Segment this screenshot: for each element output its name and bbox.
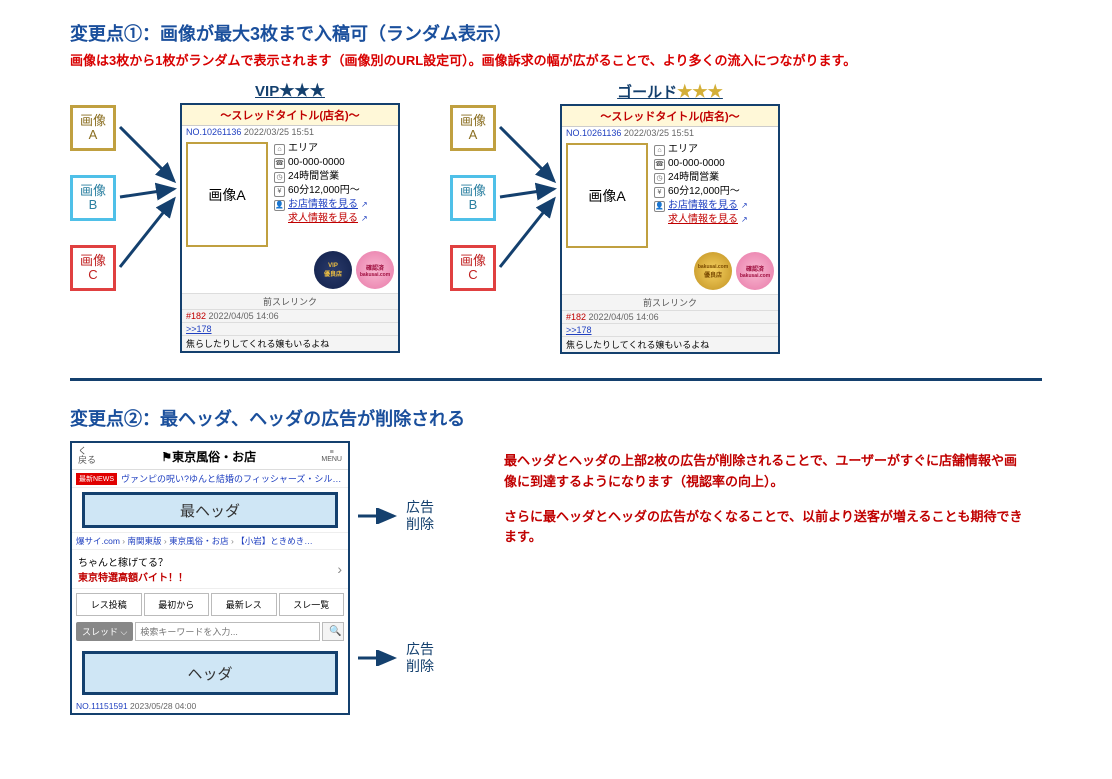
- arrows-svg: [116, 81, 180, 291]
- tel-icon: ☎: [274, 158, 285, 169]
- arrow-remove-1: 広告 削除: [356, 499, 434, 533]
- back-button[interactable]: く 戻る: [78, 447, 96, 465]
- thread-footer: NO.11151591 2023/05/28 04:00: [72, 699, 348, 713]
- search-row: スレッド ⌵ 🔍: [72, 620, 348, 647]
- gold-plan-title: ゴールド★★★: [560, 81, 780, 102]
- news-ticker[interactable]: 最新NEWS ヴァンピの呪い?ゆんと結婚のフィッシャーズ・シル…: [72, 470, 348, 488]
- promo-banner[interactable]: ちゃんと稼げてる？ 東京特選高額バイト！！ ›: [72, 550, 348, 589]
- image-slot: 画像A: [566, 143, 648, 248]
- shop-info: ⌂エリア ☎00-000-0000 ◷24時間営業 ¥60分12,000円～ 👤…: [274, 142, 394, 247]
- tag-column: 画像 A 画像 B 画像 C: [450, 105, 496, 291]
- section2-description: 最ヘッダとヘッダの上部2枚の広告が削除されることで、ユーザーがすぐに店舗情報や画…: [504, 451, 1024, 562]
- image-slot: 画像A: [186, 142, 268, 247]
- shop-link[interactable]: お店情報を見る: [288, 198, 358, 212]
- tag-column: 画像 A 画像 B 画像 C: [70, 105, 116, 291]
- shop-link[interactable]: お店情報を見る: [668, 199, 738, 213]
- latest-button[interactable]: 最新レス: [211, 593, 277, 616]
- reply-text: 焦らしたりしてくれる嬢もいるよね: [562, 336, 778, 352]
- desc-p2: さらに最ヘッダとヘッダの広告がなくなることで、以前より送客が増えることも期待でき…: [504, 507, 1024, 549]
- verified-badge: 確認済bakusai.com: [736, 252, 774, 290]
- vip-panel: VIP★★★ ～スレッドタイトル(店名)～ NO.10261136 2022/0…: [180, 81, 400, 353]
- vip-group: 画像 A 画像 B 画像 C VIP★★★ ～スレッドタイトル(店名)～ NO.…: [70, 81, 400, 354]
- prev-link[interactable]: 前スレリンク: [566, 296, 774, 309]
- breadcrumb[interactable]: 爆サイ.com › 南関東版 › 東京風俗・お店 › 【小岩】ときめき…: [72, 532, 348, 550]
- post-button[interactable]: レス投稿: [76, 593, 142, 616]
- top-header-ad: 最ヘッダ: [82, 492, 338, 528]
- section2-row: く 戻る ⚑東京風俗・お店 ≡ MENU 最新NEWS ヴァンピの呪い?ゆんと結…: [70, 441, 1042, 715]
- star-icon: ★★★: [279, 81, 325, 100]
- menu-button[interactable]: ≡ MENU: [321, 449, 342, 463]
- tag-b: 画像 B: [70, 175, 116, 221]
- yen-icon: ¥: [654, 187, 665, 198]
- badge-row: VIP優良店 確認済bakusai.com: [182, 251, 398, 293]
- area-icon: ⌂: [274, 144, 285, 155]
- news-tag: 最新NEWS: [76, 473, 117, 485]
- reply-text: 焦らしたりしてくれる嬢もいるよね: [182, 335, 398, 351]
- arrows-svg: [496, 81, 560, 291]
- section1-row: 画像 A 画像 B 画像 C VIP★★★ ～スレッドタイトル(店名)～ NO.…: [70, 81, 1042, 354]
- first-button[interactable]: 最初から: [144, 593, 210, 616]
- gold-badge: bakusai.com優良店: [694, 252, 732, 290]
- recruit-link[interactable]: 求人情報を見る: [288, 212, 358, 226]
- section2-title: 変更点②：最ヘッダ、ヘッダの広告が削除される: [70, 405, 1042, 431]
- phone-header: く 戻る ⚑東京風俗・お店 ≡ MENU: [72, 443, 348, 470]
- reply-link[interactable]: >>178: [186, 324, 212, 334]
- thread-title: ～スレッドタイトル(店名)～: [182, 105, 398, 126]
- gold-group: 画像 A 画像 B 画像 C ゴールド★★★ ～スレッドタイトル(店名)～ NO…: [450, 81, 780, 354]
- vip-plan-title: VIP★★★: [180, 81, 400, 101]
- promo-line1: ちゃんと稼げてる？: [78, 554, 188, 569]
- person-icon: 👤: [274, 200, 285, 211]
- tag-c: 画像 C: [450, 245, 496, 291]
- arrow-remove-2: 広告 削除: [356, 641, 434, 675]
- section-divider: [70, 378, 1042, 381]
- vip-card: ～スレッドタイトル(店名)～ NO.10261136 2022/03/25 15…: [180, 103, 400, 353]
- action-buttons: レス投稿 最初から 最新レス スレ一覧: [72, 589, 348, 620]
- star-icon: ★★★: [677, 82, 723, 101]
- clock-icon: ◷: [654, 173, 665, 184]
- tag-c: 画像 C: [70, 245, 116, 291]
- gold-card: ～スレッドタイトル(店名)～ NO.10261136 2022/03/25 15…: [560, 104, 780, 354]
- yen-icon: ¥: [274, 186, 285, 197]
- section1-title: 変更点①：画像が最大3枚まで入稿可（ランダム表示）: [70, 20, 1042, 46]
- badge-row: bakusai.com優良店 確認済bakusai.com: [562, 252, 778, 294]
- section1-subtitle: 画像は3枚から1枚がランダムで表示されます（画像別のURL設定可）。画像訴求の幅…: [70, 50, 1042, 69]
- gold-panel: ゴールド★★★ ～スレッドタイトル(店名)～ NO.10261136 2022/…: [560, 81, 780, 354]
- verified-badge: 確認済bakusai.com: [356, 251, 394, 289]
- tag-b: 画像 B: [450, 175, 496, 221]
- shop-info: ⌂エリア ☎00-000-0000 ◷24時間営業 ¥60分12,000円～ 👤…: [654, 143, 774, 248]
- search-button[interactable]: 🔍: [322, 622, 344, 641]
- desc-p1: 最ヘッダとヘッダの上部2枚の広告が削除されることで、ユーザーがすぐに店舗情報や画…: [504, 451, 1024, 493]
- person-icon: 👤: [654, 201, 665, 212]
- promo-line2: 東京特選高額バイト！！: [78, 569, 188, 584]
- recruit-link[interactable]: 求人情報を見る: [668, 213, 738, 227]
- area-icon: ⌂: [654, 145, 665, 156]
- tag-a: 画像 A: [450, 105, 496, 151]
- thread-meta: NO.10261136 2022/03/25 15:51: [562, 127, 778, 139]
- search-select[interactable]: スレッド ⌵: [76, 622, 133, 641]
- prev-link[interactable]: 前スレリンク: [186, 295, 394, 308]
- clock-icon: ◷: [274, 172, 285, 183]
- tag-a: 画像 A: [70, 105, 116, 151]
- phone-mock: く 戻る ⚑東京風俗・お店 ≡ MENU 最新NEWS ヴァンピの呪い?ゆんと結…: [70, 441, 350, 715]
- news-text: ヴァンピの呪い?ゆんと結婚のフィッシャーズ・シル…: [121, 472, 341, 485]
- vip-badge: VIP優良店: [314, 251, 352, 289]
- list-button[interactable]: スレ一覧: [279, 593, 345, 616]
- search-input[interactable]: [135, 622, 320, 641]
- header-ad: ヘッダ: [82, 651, 338, 695]
- thread-title: ～スレッドタイトル(店名)～: [562, 106, 778, 127]
- chevron-right-icon: ›: [337, 561, 342, 577]
- page-logo: ⚑東京風俗・お店: [161, 448, 256, 465]
- thread-meta: NO.10261136 2022/03/25 15:51: [182, 126, 398, 138]
- reply-link[interactable]: >>178: [566, 325, 592, 335]
- tel-icon: ☎: [654, 159, 665, 170]
